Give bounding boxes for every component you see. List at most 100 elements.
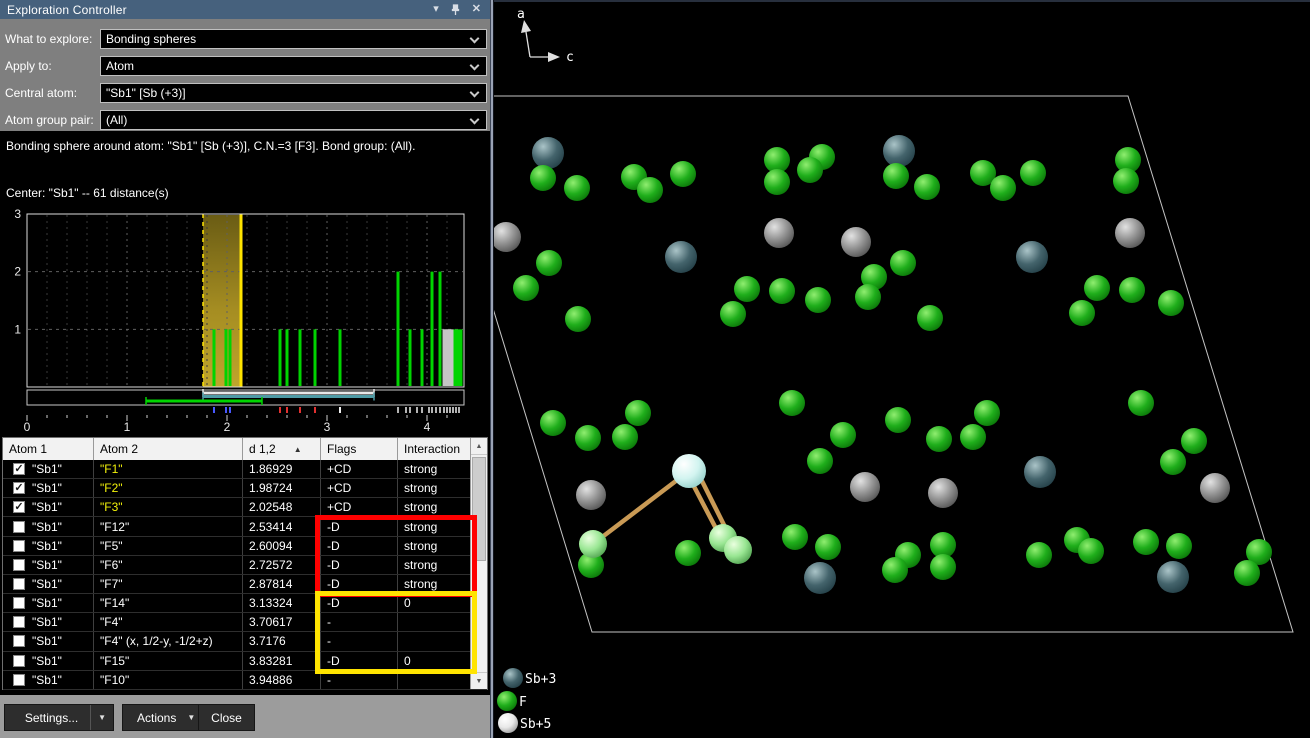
row-checkbox[interactable]: ✓	[13, 482, 25, 494]
settings-button[interactable]: Settings... ▼	[4, 704, 114, 731]
atom-sphere-green[interactable]	[885, 407, 911, 433]
table-row[interactable]: "Sb1""F6"2.72572-Dstrong	[3, 556, 487, 575]
atom-sphere-green[interactable]	[625, 400, 651, 426]
central-atom-select[interactable]: "Sb1" [Sb (+3)]	[100, 83, 487, 103]
table-row[interactable]: "Sb1""F4" (x, 1/2-y, -1/2+z)3.7176-	[3, 632, 487, 651]
atom-sphere-green[interactable]	[612, 424, 638, 450]
atom-sphere-green[interactable]	[1158, 290, 1184, 316]
atom-sphere-green[interactable]	[769, 278, 795, 304]
atom-sphere-teal[interactable]	[804, 562, 836, 594]
atom-sphere-green[interactable]	[764, 169, 790, 195]
row-checkbox[interactable]: ✓	[13, 501, 25, 513]
atom-sphere-green[interactable]	[734, 276, 760, 302]
atom-sphere-teal[interactable]	[1024, 456, 1056, 488]
atom-sphere-gray[interactable]	[491, 222, 521, 252]
row-checkbox[interactable]	[13, 616, 25, 628]
atom-sphere-green[interactable]	[882, 557, 908, 583]
column-header[interactable]: Atom 1	[3, 438, 94, 460]
table-row[interactable]: "Sb1""F14"3.13324-D0	[3, 594, 487, 613]
actions-button[interactable]: Actions ▼	[122, 704, 203, 731]
pin-icon[interactable]	[450, 4, 461, 16]
menu-down-icon[interactable]: ▾	[433, 4, 439, 15]
atom-sphere-green[interactable]	[779, 390, 805, 416]
row-checkbox[interactable]	[13, 597, 25, 609]
atom-sphere-teal[interactable]	[1157, 561, 1189, 593]
panel-splitter[interactable]	[490, 0, 494, 738]
row-checkbox[interactable]	[13, 521, 25, 533]
atom-sphere-green[interactable]	[1084, 275, 1110, 301]
column-header[interactable]: Flags	[321, 438, 398, 460]
what-to-explore-select[interactable]: Bonding spheres	[100, 29, 487, 49]
table-row[interactable]: ✓"Sb1""F2"1.98724+CDstrong	[3, 479, 487, 498]
atom-sphere-green[interactable]	[807, 448, 833, 474]
atom-sphere-teal[interactable]	[883, 135, 915, 167]
atom-sphere-green[interactable]	[1166, 533, 1192, 559]
atom-sphere-cyan[interactable]	[672, 454, 706, 488]
atom-sphere-green[interactable]	[990, 175, 1016, 201]
atom-sphere-green[interactable]	[1128, 390, 1154, 416]
atom-sphere-gray[interactable]	[576, 480, 606, 510]
atom-sphere-green[interactable]	[1069, 300, 1095, 326]
atom-sphere-green[interactable]	[815, 534, 841, 560]
row-checkbox[interactable]: ✓	[13, 463, 25, 475]
atom-sphere-lightgreen[interactable]	[579, 530, 607, 558]
row-checkbox[interactable]	[13, 540, 25, 552]
atom-sphere-green[interactable]	[805, 287, 831, 313]
atom-sphere-green[interactable]	[720, 301, 746, 327]
column-header[interactable]: Atom 2	[94, 438, 243, 460]
scroll-down-icon[interactable]: ▼	[471, 672, 487, 689]
atom-sphere-green[interactable]	[797, 157, 823, 183]
row-checkbox[interactable]	[13, 655, 25, 667]
atom-sphere-gray[interactable]	[1200, 473, 1230, 503]
atom-sphere-green[interactable]	[1160, 449, 1186, 475]
apply-to-select[interactable]: Atom	[100, 56, 487, 76]
table-row[interactable]: "Sb1""F4"3.70617-	[3, 613, 487, 632]
atom-sphere-gray[interactable]	[928, 478, 958, 508]
row-checkbox[interactable]	[13, 578, 25, 590]
atom-group-pair-select[interactable]: (All)	[100, 110, 487, 130]
atom-sphere-green[interactable]	[513, 275, 539, 301]
scrollbar-thumb[interactable]	[472, 457, 486, 561]
atom-sphere-green[interactable]	[540, 410, 566, 436]
row-checkbox[interactable]	[13, 674, 25, 686]
atom-sphere-teal[interactable]	[1016, 241, 1048, 273]
table-row[interactable]: ✓"Sb1""F3"2.02548+CDstrong	[3, 498, 487, 517]
chevron-down-icon[interactable]: ▼	[91, 713, 113, 722]
atom-sphere-green[interactable]	[1026, 542, 1052, 568]
atom-sphere-green[interactable]	[564, 175, 590, 201]
close-icon[interactable]: ✕	[472, 4, 481, 15]
atom-sphere-green[interactable]	[930, 554, 956, 580]
table-row[interactable]: "Sb1""F10"3.94886-	[3, 671, 487, 690]
table-row[interactable]: "Sb1""F15"3.83281-D0	[3, 652, 487, 671]
atom-sphere-green[interactable]	[670, 161, 696, 187]
atom-sphere-green[interactable]	[926, 426, 952, 452]
atom-sphere-green[interactable]	[830, 422, 856, 448]
atom-sphere-green[interactable]	[1119, 277, 1145, 303]
column-header[interactable]: Interaction	[398, 438, 472, 460]
table-scrollbar[interactable]: ▲ ▼	[470, 438, 487, 689]
atom-sphere-teal[interactable]	[665, 241, 697, 273]
row-checkbox[interactable]	[13, 635, 25, 647]
table-row[interactable]: "Sb1""F12"2.53414-Dstrong	[3, 517, 487, 536]
atom-sphere-gray[interactable]	[1115, 218, 1145, 248]
atom-sphere-green[interactable]	[855, 284, 881, 310]
atom-sphere-green[interactable]	[637, 177, 663, 203]
atom-sphere-lightgreen[interactable]	[724, 536, 752, 564]
distance-histogram[interactable]: 01234123	[0, 203, 490, 435]
table-row[interactable]: "Sb1""F7"2.87814-Dstrong	[3, 575, 487, 594]
column-header[interactable]: d 1,2▲	[243, 438, 321, 460]
atom-sphere-green[interactable]	[675, 540, 701, 566]
table-row[interactable]: ✓"Sb1""F1"1.86929+CDstrong	[3, 460, 487, 479]
atom-sphere-green[interactable]	[782, 524, 808, 550]
structure-viewport[interactable]: acSb+3FSb+5	[490, 0, 1310, 738]
close-button[interactable]: Close	[198, 704, 255, 731]
atom-sphere-gray[interactable]	[841, 227, 871, 257]
atom-sphere-green[interactable]	[530, 165, 556, 191]
atom-sphere-green[interactable]	[1181, 428, 1207, 454]
row-checkbox[interactable]	[13, 559, 25, 571]
atom-sphere-green[interactable]	[1133, 529, 1159, 555]
selection-band[interactable]	[203, 215, 241, 387]
atom-sphere-green[interactable]	[1078, 538, 1104, 564]
atom-sphere-green[interactable]	[974, 400, 1000, 426]
atom-sphere-green[interactable]	[960, 424, 986, 450]
